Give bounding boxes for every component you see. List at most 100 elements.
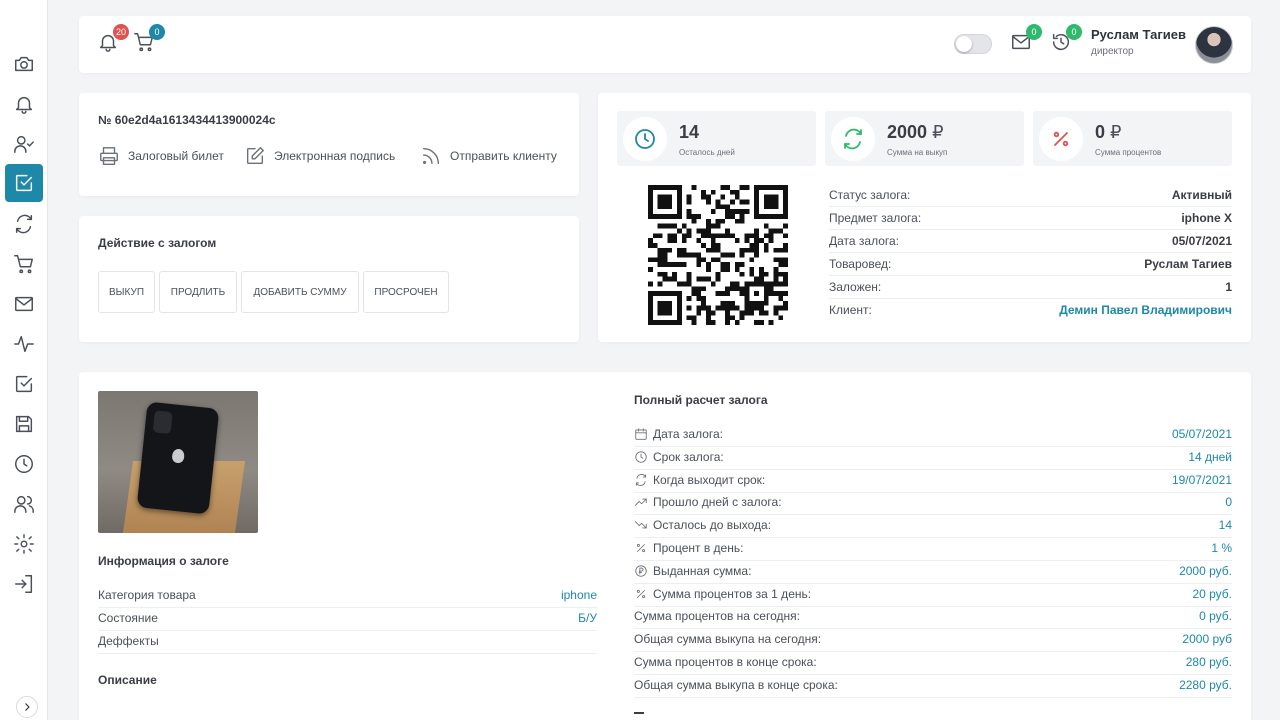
redeem-button[interactable]: ВЫКУП bbox=[98, 271, 155, 313]
toggle-knob bbox=[956, 36, 972, 52]
pledge-status-card: 14 Осталось дней 2000 ₽ Сумма на выкуп 0… bbox=[598, 93, 1251, 342]
calc-row-value: 2000 руб. bbox=[1179, 563, 1232, 578]
percent-icon bbox=[1053, 131, 1069, 147]
user-name[interactable]: Руслам Тагиев bbox=[1091, 27, 1186, 42]
calc-row-label: Осталось до выхода: bbox=[634, 518, 771, 532]
cart-button[interactable]: 0 bbox=[133, 24, 165, 55]
calc-row-label: Срок залога: bbox=[634, 450, 724, 464]
user-role: директор bbox=[1091, 46, 1134, 57]
mail-icon bbox=[15, 296, 33, 312]
camera-icon bbox=[15, 56, 33, 72]
stat-label: Сумма на выкуп bbox=[887, 148, 948, 157]
calc-row-value: 1 % bbox=[1211, 541, 1232, 555]
refresh-icon bbox=[635, 473, 647, 486]
sidebar-item-pledges[interactable] bbox=[5, 164, 43, 202]
add-amount-button[interactable]: ДОБАВИТЬ СУММУ bbox=[241, 271, 359, 313]
extend-button[interactable]: ПРОДЛИТЬ bbox=[159, 271, 237, 313]
calc-row-label: Выданная сумма: bbox=[634, 564, 751, 578]
calc-row: Сумма процентов за 1 день: 20 руб. bbox=[634, 584, 1232, 607]
calc-row: Дата залога: 05/07/2021 bbox=[634, 424, 1232, 447]
calc-row-label: Процент в день: bbox=[634, 541, 743, 555]
sidebar-item-login[interactable] bbox=[5, 565, 43, 603]
notifications-button[interactable]: 20 bbox=[97, 24, 129, 55]
sidebar-item-camera[interactable] bbox=[5, 45, 43, 83]
sidebar-item-save[interactable] bbox=[5, 405, 43, 443]
theme-toggle[interactable] bbox=[954, 34, 992, 54]
sidebar-item-users[interactable] bbox=[5, 485, 43, 523]
e-signature-link[interactable]: Электронная подпись bbox=[244, 145, 395, 167]
sidebar-item-activity[interactable] bbox=[5, 325, 43, 363]
percent-icon bbox=[636, 543, 646, 553]
calc-row-label: Общая сумма выкупа на сегодня: bbox=[634, 632, 822, 647]
info-title: Информация о залоге bbox=[98, 554, 229, 568]
stat-value: 14 bbox=[679, 122, 700, 142]
check-square-icon bbox=[15, 375, 33, 393]
calendar-icon bbox=[635, 428, 647, 440]
cart-icon bbox=[14, 255, 33, 274]
sidebar-item-mail[interactable] bbox=[5, 285, 43, 323]
calc-row-value: 280 руб. bbox=[1185, 655, 1232, 669]
overdue-button[interactable]: ПРОСРОЧЕН bbox=[363, 271, 449, 313]
stat-value: 2000 ₽ bbox=[887, 122, 944, 142]
phone-shape bbox=[136, 401, 220, 515]
status-row: Предмет залога: iphone X bbox=[829, 208, 1232, 230]
info-row: Категория товара iphone bbox=[98, 585, 597, 608]
calc-row-label: Сумма процентов за 1 день: bbox=[634, 587, 811, 601]
percent-icon bbox=[636, 589, 646, 598]
save-icon bbox=[15, 415, 33, 433]
status-row: Статус залога: Активный bbox=[829, 185, 1232, 207]
ruble-icon bbox=[635, 565, 647, 577]
calc-row: Процент в день: 1 % bbox=[634, 538, 1232, 561]
stat-icon-wrap bbox=[831, 117, 875, 161]
sidebar-item-settings[interactable] bbox=[5, 525, 43, 563]
status-row: Товаровед: Руслам Тагиев bbox=[829, 254, 1232, 276]
calc-row-value: 05/07/2021 bbox=[1171, 427, 1232, 441]
clock-icon bbox=[15, 455, 33, 473]
calc-row: Выданная сумма: 2000 руб. bbox=[634, 561, 1232, 584]
pawn-ticket-label: Залоговый билет bbox=[128, 149, 224, 163]
status-row: Клиент: Демин Павел Владимирович bbox=[829, 303, 1232, 317]
top-header: 20 0 0 0 Руслам Тагиев директор bbox=[79, 16, 1251, 73]
client-link[interactable]: Демин Павел Владимирович bbox=[1059, 303, 1232, 317]
sidebar-item-cart[interactable] bbox=[5, 245, 43, 283]
sidebar-item-clients[interactable] bbox=[5, 125, 43, 163]
history-button[interactable]: 0 bbox=[1050, 24, 1082, 55]
stat-label: Осталось дней bbox=[679, 148, 735, 157]
printer-icon bbox=[100, 147, 118, 165]
pawn-ticket-link[interactable]: Залоговый билет bbox=[98, 145, 224, 167]
avatar[interactable] bbox=[1195, 26, 1233, 64]
calc-row-label: Сумма процентов в конце срока: bbox=[634, 655, 817, 669]
mail-button[interactable]: 0 bbox=[1010, 24, 1042, 55]
cart-badge: 0 bbox=[149, 24, 165, 40]
calc-row-value: 14 дней bbox=[1188, 449, 1232, 464]
sidebar-item-tasks[interactable] bbox=[5, 365, 43, 403]
edit-icon bbox=[246, 147, 264, 165]
clock-icon bbox=[635, 129, 655, 149]
e-signature-label: Электронная подпись bbox=[274, 149, 396, 163]
calc-row-label: Сумма процентов на сегодня: bbox=[634, 609, 800, 624]
description-title: Описание bbox=[98, 673, 157, 687]
expand-sidebar-button[interactable] bbox=[16, 696, 38, 718]
phone-logo bbox=[171, 448, 185, 464]
sidebar-item-notifications[interactable] bbox=[5, 85, 43, 123]
info-row: Состояние Б/У bbox=[98, 608, 597, 631]
ticket-number: № 60e2d4a1613434413900024c bbox=[98, 113, 276, 127]
calc-row-value: 19/07/2021 bbox=[1171, 472, 1232, 487]
stat-icon-wrap bbox=[623, 117, 667, 161]
login-icon bbox=[15, 575, 33, 593]
status-row: Заложен: 1 bbox=[829, 277, 1232, 299]
item-photo[interactable] bbox=[98, 391, 258, 533]
refresh-icon bbox=[15, 214, 33, 234]
calc-row-value: 2000 руб bbox=[1182, 632, 1232, 647]
stat-icon-wrap bbox=[1039, 117, 1083, 161]
truncated-text bbox=[634, 712, 644, 718]
sidebar-item-history[interactable] bbox=[5, 445, 43, 483]
calc-row-value: 2280 руб. bbox=[1179, 677, 1232, 692]
redeem-amount-stat: 2000 ₽ Сумма на выкуп bbox=[825, 111, 1024, 166]
sidebar-item-exchange[interactable] bbox=[5, 205, 43, 243]
calc-title: Полный расчет залога bbox=[634, 393, 768, 407]
send-to-client-label: Отправить клиенту bbox=[450, 149, 557, 163]
qr-code bbox=[648, 185, 788, 325]
send-to-client-link[interactable]: Отправить клиенту bbox=[420, 145, 557, 167]
ticket-card: № 60e2d4a1613434413900024c Залоговый бил… bbox=[79, 93, 579, 196]
